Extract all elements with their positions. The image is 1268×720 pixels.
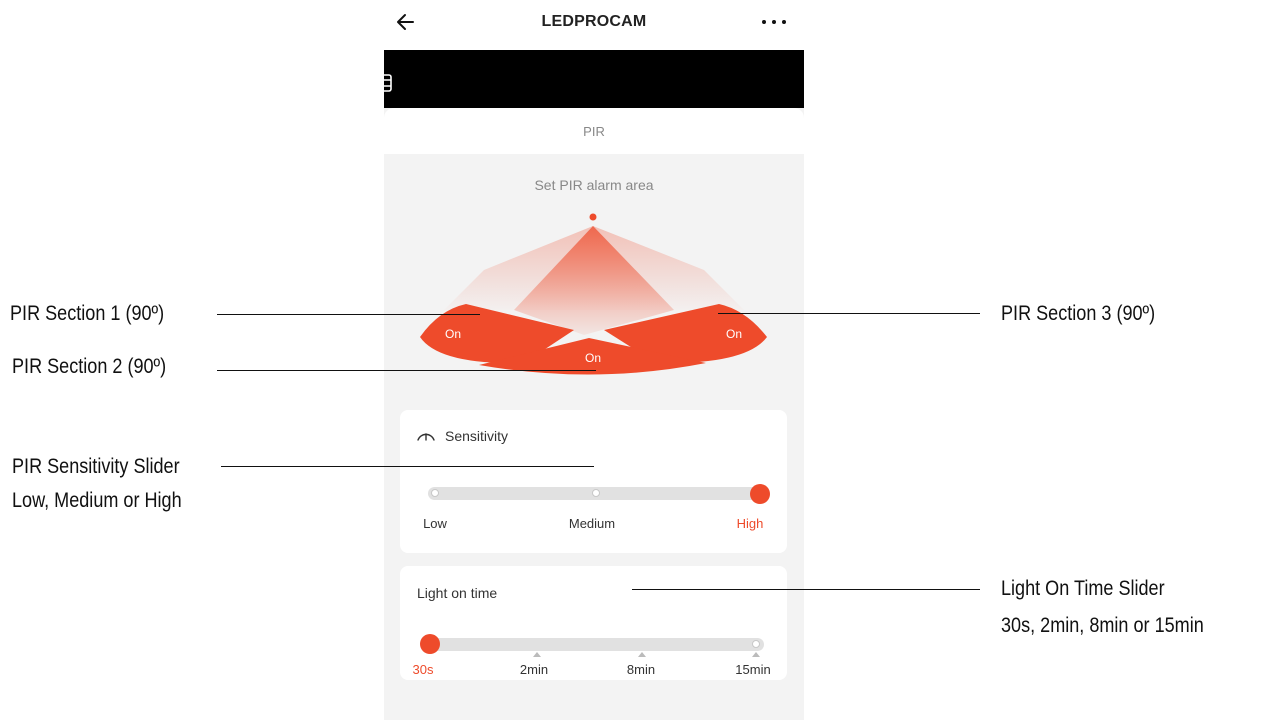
sensitivity-stop-medium[interactable] [592,489,600,497]
light-on-time-slider-track[interactable] [428,638,764,651]
layout-icon[interactable] [372,72,394,94]
annotation-sensitivity-title: PIR Sensitivity Slider [12,455,180,478]
sensitivity-title: Sensitivity [445,428,509,444]
annotation-line-section-1 [217,314,480,315]
gauge-icon [417,433,435,441]
light-on-time-title: Light on time [417,585,498,601]
pir-section-2-state: On [585,351,601,365]
sensitivity-label-high[interactable]: High [737,516,764,531]
pir-section-3-state: On [726,327,742,341]
sensitivity-label-medium[interactable]: Medium [569,516,615,531]
top-bar: LEDPROCAM [384,0,804,50]
sensitivity-label-low[interactable]: Low [423,516,447,531]
page-title: LEDPROCAM [541,13,647,30]
more-horizontal-icon[interactable] [756,12,792,32]
light-on-time-slider-thumb[interactable] [420,634,440,654]
pir-area-title: Set PIR alarm area [534,177,654,193]
video-preview[interactable] [384,50,804,108]
light-on-time-label-15min[interactable]: 15min [735,662,770,677]
annotation-line-section-3 [718,313,980,314]
annotation-pir-section-1: PIR Section 1 (90º) [10,302,165,325]
annotation-pir-section-3: PIR Section 3 (90º) [1001,302,1156,325]
speaker-muted-icon[interactable] [320,72,344,96]
pir-section-1-state: On [445,327,461,341]
sensitivity-slider-thumb[interactable] [750,484,770,504]
light-on-time-card [400,566,787,680]
hd-quality-button[interactable]: HD [22,72,60,94]
sensitivity-stop-low[interactable] [431,489,439,497]
light-on-time-label-30s[interactable]: 30s [413,662,434,677]
light-on-time-label-8min[interactable]: 8min [627,662,655,677]
sensor-dot [589,213,597,221]
annotation-sensitivity-options: Low, Medium or High [12,489,182,512]
annotation-line-light [632,589,980,590]
light-on-time-marker-2min [533,652,541,657]
annotation-light-options: 30s, 2min, 8min or 15min [1001,614,1204,637]
annotation-pir-section-2: PIR Section 2 (90º) [12,355,167,378]
annotation-line-section-2 [217,370,596,371]
light-on-time-stop-15min[interactable] [752,640,760,648]
light-on-time-marker-8min [638,652,646,657]
sheet-title: PIR [583,124,605,139]
light-on-time-marker-15min [752,652,760,657]
light-on-time-label-2min[interactable]: 2min [520,662,548,677]
annotation-line-sensitivity [221,466,594,467]
annotation-light-title: Light On Time Slider [1001,577,1165,600]
